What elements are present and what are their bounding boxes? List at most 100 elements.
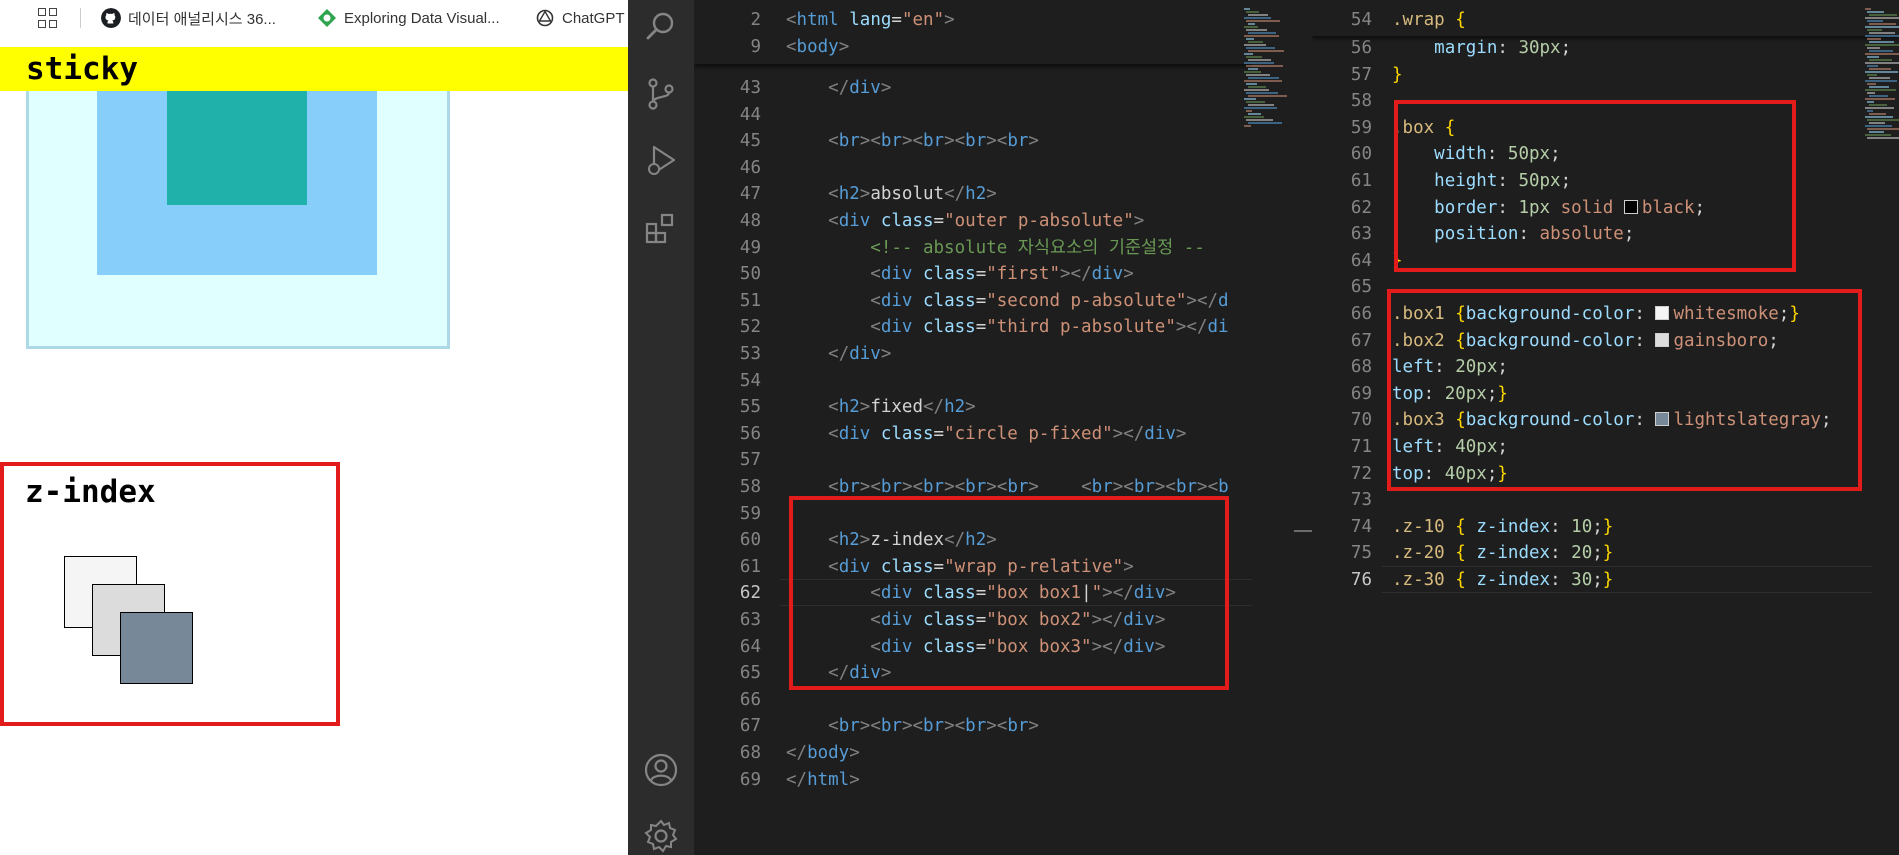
- css-minimap: [1861, 0, 1899, 160]
- code-token: h2: [838, 184, 860, 205]
- line-number: 45: [739, 131, 761, 152]
- minimap-line: [1244, 8, 1250, 10]
- code-line[interactable]: }: [1392, 62, 1403, 89]
- minimap-line: [1865, 89, 1896, 91]
- code-line[interactable]: <div class="outer p-absolute">: [786, 208, 1144, 235]
- code-line[interactable]: <div class="first"></div>: [786, 261, 1133, 288]
- minimap-line: [1869, 104, 1887, 106]
- code-token: =: [934, 63, 945, 64]
- line-number: 56: [1350, 38, 1372, 58]
- code-line[interactable]: .z-10 { z-index: 10;}: [1392, 514, 1613, 541]
- code-token: div: [880, 290, 913, 311]
- minimap-line: [1865, 17, 1899, 19]
- minimap-line: [1865, 80, 1897, 82]
- code-line[interactable]: <!-- absolute 자식요소의 기준설정 --: [786, 235, 1205, 262]
- minimap-line: [1248, 59, 1271, 61]
- code-token: >: [859, 397, 871, 418]
- minimap-line: [1244, 116, 1264, 118]
- html-editor[interactable]: 43 </div> 44 45 <br><br><br><br><br> 46 47 <…: [694, 0, 1252, 855]
- code-token: "third p-absolute": [986, 317, 1176, 338]
- minimap-line: [1869, 68, 1891, 70]
- bookmark-exploring-data[interactable]: Exploring Data Visual...: [317, 7, 500, 29]
- code-line[interactable]: <div class="third p-absolute"></di: [786, 314, 1228, 341]
- code-token: html: [796, 10, 839, 30]
- html-zindex-highlight: [789, 496, 1229, 690]
- bookmark-github[interactable]: 데이터 애널리시스 36...: [101, 7, 276, 29]
- bookmark-chatgpt[interactable]: ChatGPT: [535, 7, 625, 29]
- code-token: =: [975, 264, 987, 285]
- code-token: =: [975, 290, 987, 311]
- minimap-line: [1867, 119, 1899, 121]
- code-token: 20: [1571, 543, 1593, 564]
- code-token: </: [786, 743, 808, 763]
- code-line[interactable]: <div class="circle p-fixed"></div>: [786, 421, 1186, 448]
- minimap-line: [1244, 80, 1282, 82]
- code-line[interactable]: <html lang="en">: [786, 7, 955, 34]
- bookmark-label: Exploring Data Visual...: [344, 9, 500, 27]
- line-number: 53: [739, 344, 761, 364]
- github-icon: [101, 8, 121, 28]
- vertical-scrollbar-track[interactable]: [1294, 0, 1312, 855]
- run-debug-icon[interactable]: [643, 142, 679, 178]
- code-token: div: [880, 264, 913, 285]
- source-control-icon[interactable]: [643, 76, 679, 112]
- code-token: >: [1028, 716, 1039, 737]
- code-token: div: [849, 344, 881, 364]
- code-token: >: [849, 743, 860, 763]
- minimap-line: [1865, 71, 1898, 73]
- code-token: {: [1455, 543, 1466, 564]
- minimap-line: [1867, 83, 1876, 85]
- apps-grid-icon[interactable]: [38, 8, 58, 28]
- code-line[interactable]: <h2>fixed</h2>: [786, 394, 976, 421]
- code-token: ><: [944, 131, 966, 152]
- minimap-line: [1244, 98, 1256, 100]
- code-line[interactable]: <h2>absolut</h2>: [786, 181, 997, 208]
- code-line[interactable]: </body>: [786, 740, 860, 767]
- code-token: >: [1175, 423, 1187, 444]
- code-line[interactable]: .z-20 { z-index: 20;}: [1392, 540, 1613, 567]
- line-number: 43: [739, 78, 761, 98]
- account-icon[interactable]: [643, 752, 679, 788]
- code-token: </: [828, 78, 850, 98]
- code-token: margin: [1434, 38, 1498, 58]
- code-line[interactable]: <br><br><br><br><br>: [786, 713, 1039, 740]
- code-line[interactable]: <body>: [786, 34, 849, 61]
- code-token: ><: [1154, 477, 1176, 497]
- search-icon[interactable]: [643, 8, 679, 44]
- extensions-icon[interactable]: [643, 210, 679, 246]
- code-token: br: [923, 131, 945, 152]
- line-number: 74: [1350, 516, 1372, 537]
- code-token: br: [1007, 716, 1029, 737]
- code-token: br: [1007, 131, 1029, 152]
- minimap-line: [1244, 62, 1274, 64]
- minimap-line: [1244, 107, 1277, 109]
- code-token: <: [1081, 477, 1092, 497]
- line-number: 66: [1350, 304, 1372, 324]
- minimap-line: [1865, 26, 1899, 28]
- code-token: html: [807, 769, 850, 790]
- code-token: h2: [965, 184, 987, 205]
- code-token: ><: [901, 131, 924, 152]
- minimap-line: [1867, 11, 1884, 13]
- code-line[interactable]: <br><br><br><br><br>: [786, 128, 1039, 155]
- scrollbar-thumb[interactable]: [1294, 530, 1312, 532]
- code-line[interactable]: </div>: [786, 341, 891, 368]
- code-line[interactable]: </html>: [786, 767, 860, 794]
- line-number: 51: [739, 290, 761, 311]
- code-line[interactable]: margin: 30px;: [1392, 35, 1571, 62]
- code-line[interactable]: <div class="outer">: [786, 60, 1028, 64]
- code-line[interactable]: </div>: [786, 75, 891, 102]
- line-number: 50: [739, 264, 761, 285]
- line-number: 56: [739, 423, 761, 444]
- code-token: >: [965, 397, 976, 418]
- code-line[interactable]: <div class="second p-absolute"></d: [786, 288, 1228, 315]
- settings-gear-icon[interactable]: [643, 818, 679, 854]
- code-line[interactable]: .wrap {: [1392, 7, 1466, 34]
